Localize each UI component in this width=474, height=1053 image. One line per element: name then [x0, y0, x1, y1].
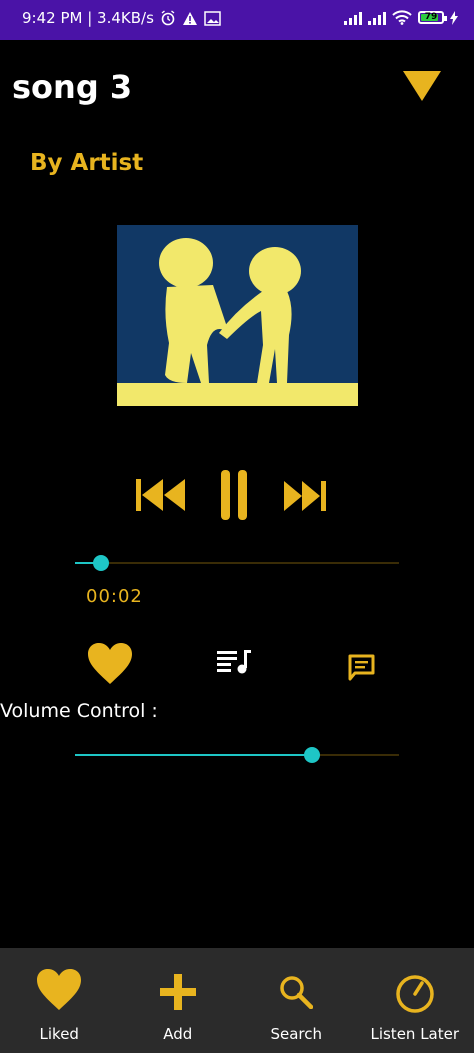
song-title: song 3: [12, 68, 133, 106]
search-icon: [280, 976, 314, 1009]
status-bar: 9:42 PM | 3.4KB/s 79: [0, 0, 474, 40]
nav-liked[interactable]: Liked: [0, 948, 118, 1053]
plus-icon: [159, 974, 196, 1010]
battery-percent: 79: [424, 12, 438, 22]
artist-name: By Artist: [30, 150, 144, 176]
volume-track: [75, 754, 399, 756]
wifi-icon: [392, 10, 412, 25]
nav-add[interactable]: Add: [119, 948, 237, 1053]
status-time: 9:42 PM | 3.4KB/s: [22, 9, 154, 27]
nav-search[interactable]: Search: [237, 948, 355, 1053]
battery-icon: 79: [418, 11, 447, 24]
charging-icon: [450, 10, 458, 25]
volume-thumb[interactable]: [304, 747, 320, 763]
volume-slider[interactable]: [75, 744, 399, 766]
heart-icon: [37, 969, 82, 1010]
alarm-icon: [161, 10, 175, 26]
next-button[interactable]: [283, 479, 327, 513]
warning-icon: [182, 11, 197, 25]
nav-add-label: Add: [163, 1025, 193, 1043]
image-icon: [204, 10, 221, 26]
like-button[interactable]: [87, 642, 133, 685]
seek-track: [75, 562, 399, 564]
nav-liked-label: Liked: [39, 1025, 79, 1043]
pause-button[interactable]: [219, 470, 249, 520]
bottom-nav: Liked Add Search Listen Later: [0, 948, 474, 1053]
volume-label: Volume Control :: [0, 700, 158, 722]
playlist-icon[interactable]: [217, 650, 251, 674]
seek-thumb[interactable]: [93, 555, 109, 571]
nav-search-label: Search: [270, 1025, 323, 1043]
collapse-down-button[interactable]: [402, 70, 442, 102]
signal-icon: [368, 11, 386, 25]
lyrics-comment-icon[interactable]: [347, 654, 376, 682]
current-time: 00:02: [86, 586, 143, 607]
album-art: [117, 225, 358, 406]
seek-bar[interactable]: [75, 552, 399, 574]
nav-listen-later-label: Listen Later: [370, 1025, 460, 1043]
previous-button[interactable]: [136, 477, 186, 513]
signal-icon: [344, 11, 362, 25]
nav-listen-later[interactable]: Listen Later: [356, 948, 474, 1053]
clock-icon: [396, 975, 434, 1013]
